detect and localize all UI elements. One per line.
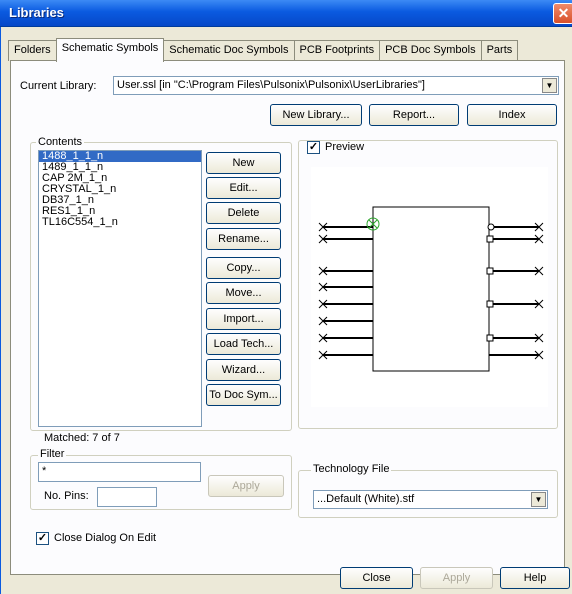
preview-canvas: [311, 167, 548, 407]
close-window-button[interactable]: ✕: [553, 3, 572, 24]
apply-button[interactable]: Apply: [420, 567, 493, 589]
contents-group-title: Contents: [36, 136, 85, 148]
technology-file-title: Technology File: [311, 463, 392, 475]
filter-group-title: Filter: [38, 448, 67, 460]
current-library-value: User.ssl [in "C:\Program Files\Pulsonix\…: [117, 79, 425, 91]
close-dialog-on-edit-checkbox[interactable]: ✓: [36, 532, 49, 545]
tab-folders[interactable]: Folders: [8, 40, 57, 61]
new-button[interactable]: New: [206, 152, 281, 174]
no-pins-input[interactable]: [97, 487, 157, 507]
current-library-label: Current Library:: [20, 80, 97, 92]
matched-count: Matched: 7 of 7: [44, 432, 120, 444]
right-pins: [489, 226, 539, 356]
copy-button[interactable]: Copy...: [206, 257, 281, 279]
tab-strip: Folders Schematic Symbols Schematic Doc …: [8, 37, 519, 62]
wizard-button[interactable]: Wizard...: [206, 359, 281, 381]
index-button[interactable]: Index: [467, 104, 557, 126]
rename-button[interactable]: Rename...: [206, 228, 281, 250]
symbol-preview: [318, 206, 544, 372]
report-button[interactable]: Report...: [369, 104, 459, 126]
contents-listbox[interactable]: 1488_1_1_n 1489_1_1_n CAP 2M_1_n CRYSTAL…: [38, 150, 202, 427]
filter-input[interactable]: *: [38, 462, 201, 482]
filter-input-value: *: [42, 465, 47, 477]
list-item[interactable]: TL16C554_1_n: [39, 217, 201, 228]
chevron-down-icon[interactable]: ▼: [542, 78, 557, 93]
close-button[interactable]: Close: [340, 567, 413, 589]
tab-pcb-doc-symbols[interactable]: PCB Doc Symbols: [379, 40, 482, 61]
delete-button[interactable]: Delete: [206, 202, 281, 224]
current-library-select[interactable]: User.ssl [in "C:\Program Files\Pulsonix\…: [113, 76, 559, 95]
preview-checkbox[interactable]: ✓: [307, 141, 320, 154]
component-body: [372, 206, 490, 372]
import-button[interactable]: Import...: [206, 308, 281, 330]
edit-button[interactable]: Edit...: [206, 177, 281, 199]
to-doc-sym-button[interactable]: To Doc Sym...: [206, 384, 281, 406]
tab-parts[interactable]: Parts: [480, 40, 519, 61]
chevron-down-icon[interactable]: ▼: [531, 492, 546, 507]
no-pins-label: No. Pins:: [44, 490, 89, 502]
window-title: Libraries: [9, 5, 64, 20]
technology-file-value: ...Default (White).stf: [317, 493, 415, 505]
tab-pcb-footprints[interactable]: PCB Footprints: [293, 40, 381, 61]
preview-label: Preview: [325, 141, 365, 153]
close-dialog-on-edit-label: Close Dialog On Edit: [54, 532, 157, 544]
move-button[interactable]: Move...: [206, 282, 281, 304]
title-bar: [0, 0, 572, 27]
new-library-button[interactable]: New Library...: [270, 104, 362, 126]
apply-filter-button[interactable]: Apply: [208, 475, 284, 497]
help-button[interactable]: Help: [500, 567, 570, 589]
load-tech-button[interactable]: Load Tech...: [206, 333, 281, 355]
technology-file-select[interactable]: ...Default (White).stf ▼: [313, 490, 548, 509]
tab-schematic-doc-symbols[interactable]: Schematic Doc Symbols: [163, 40, 295, 61]
tab-schematic-symbols[interactable]: Schematic Symbols: [55, 38, 165, 62]
left-pins: [323, 226, 373, 356]
